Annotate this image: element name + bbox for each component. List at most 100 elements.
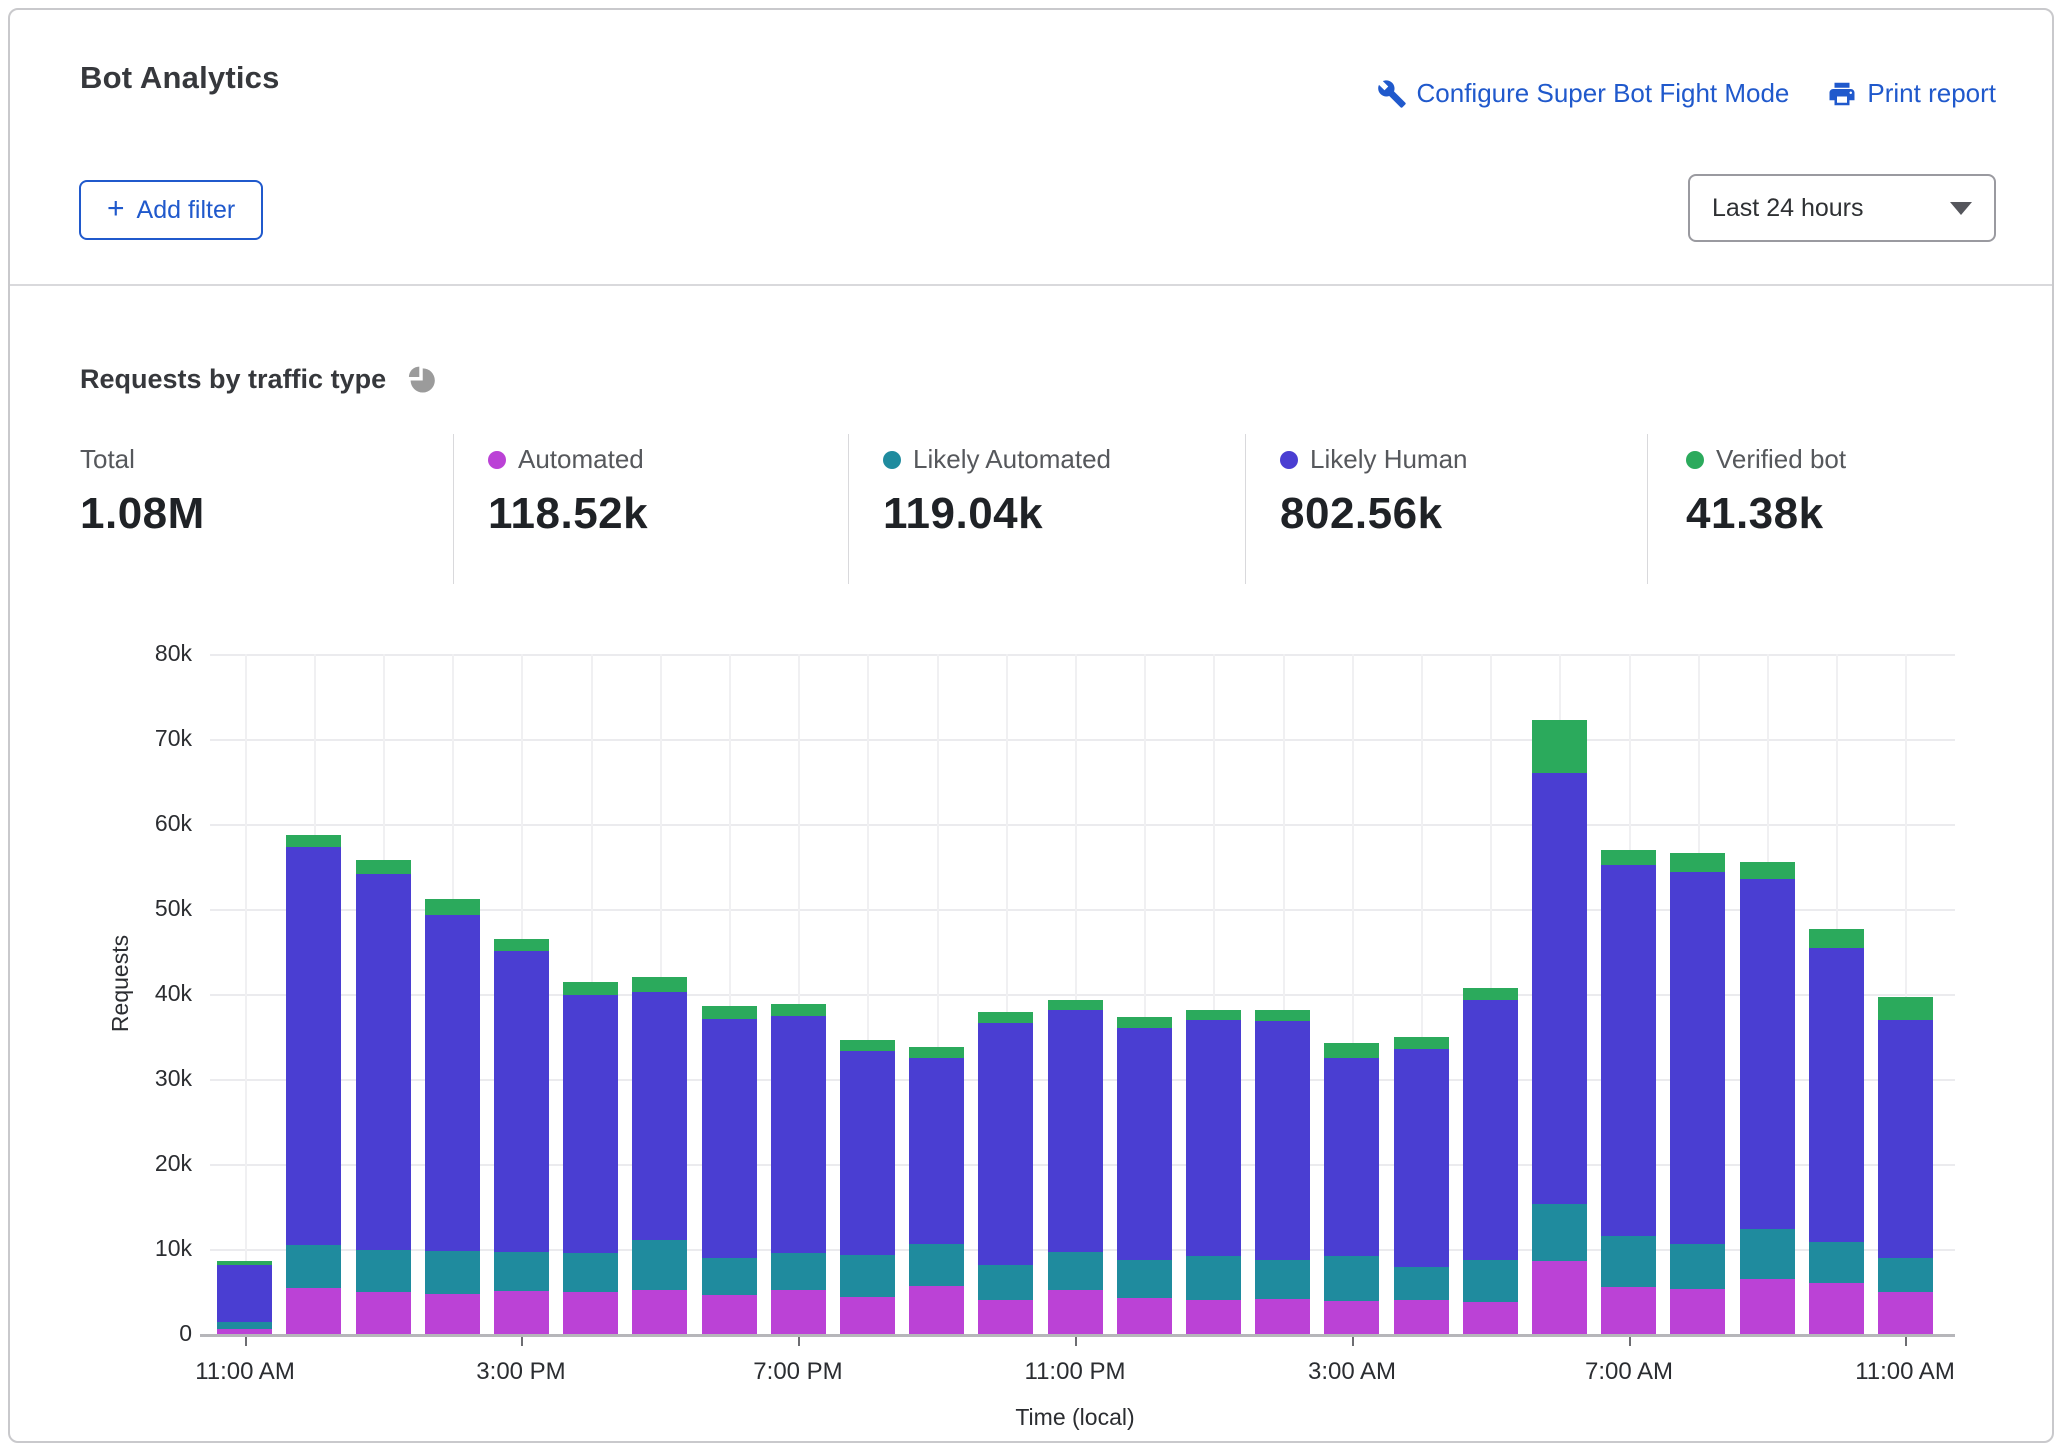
segment-verified_bot — [286, 835, 341, 847]
analytics-card: Bot Analytics Configure Super Bot Fight … — [8, 8, 2054, 1443]
segment-likely_automated — [1463, 1259, 1518, 1302]
y-tick-label: 80k — [154, 640, 192, 666]
segment-likely_human — [1601, 865, 1656, 1236]
segment-verified_bot — [1117, 1017, 1172, 1029]
segment-likely_human — [1809, 947, 1864, 1242]
segment-automated — [425, 1294, 480, 1335]
bar — [563, 982, 618, 1334]
segment-verified_bot — [1740, 862, 1795, 879]
bar — [1186, 1010, 1241, 1334]
segment-automated — [563, 1292, 618, 1334]
x-tick-mark — [1905, 1337, 1907, 1346]
bar — [1463, 988, 1518, 1334]
bar — [702, 1006, 757, 1334]
segment-likely_automated — [1324, 1256, 1379, 1301]
y-tick-label: 60k — [154, 810, 192, 836]
y-tick-label: 50k — [154, 895, 192, 921]
bar — [1532, 720, 1587, 1334]
y-tick-label: 10k — [154, 1235, 192, 1261]
segment-verified_bot — [1463, 988, 1518, 1000]
x-tick-mark — [1629, 1337, 1631, 1346]
bar — [1324, 1043, 1379, 1334]
x-tick-mark — [1352, 1337, 1354, 1346]
segment-verified_bot — [771, 1004, 826, 1016]
bar — [632, 977, 687, 1334]
segment-automated — [1186, 1299, 1241, 1334]
bar — [840, 1040, 895, 1334]
segment-verified_bot — [356, 860, 411, 875]
segment-verified_bot — [563, 982, 618, 995]
segment-verified_bot — [909, 1047, 964, 1059]
segment-likely_automated — [1670, 1243, 1725, 1289]
segment-verified_bot — [1670, 853, 1725, 872]
gridline — [245, 654, 247, 1334]
gridline — [210, 739, 1955, 741]
segment-automated — [1048, 1289, 1103, 1334]
x-tick-mark — [1075, 1337, 1077, 1346]
segment-likely_automated — [1878, 1257, 1933, 1292]
segment-likely_automated — [1255, 1259, 1310, 1299]
segment-verified_bot — [840, 1040, 895, 1052]
x-tick-label: 7:00 PM — [753, 1358, 843, 1385]
bar — [909, 1047, 964, 1334]
y-tick-label: 40k — [154, 980, 192, 1006]
segment-likely_human — [563, 994, 618, 1254]
segment-automated — [1601, 1286, 1656, 1334]
segment-verified_bot — [632, 977, 687, 993]
segment-automated — [1740, 1279, 1795, 1334]
segment-likely_human — [840, 1051, 895, 1255]
segment-likely_automated — [1048, 1252, 1103, 1290]
segment-likely_automated — [1117, 1260, 1172, 1299]
segment-likely_human — [702, 1018, 757, 1259]
segment-automated — [978, 1300, 1033, 1334]
segment-likely_automated — [494, 1252, 549, 1291]
segment-automated — [286, 1288, 341, 1334]
segment-automated — [1670, 1288, 1725, 1335]
segment-verified_bot — [1394, 1037, 1449, 1049]
bar — [425, 899, 480, 1335]
bar — [1878, 997, 1933, 1334]
segment-automated — [702, 1294, 757, 1334]
segment-likely_human — [1117, 1028, 1172, 1261]
segment-likely_human — [356, 874, 411, 1250]
segment-verified_bot — [1255, 1010, 1310, 1022]
bar — [494, 939, 549, 1335]
segment-automated — [494, 1290, 549, 1335]
segment-likely_human — [1740, 879, 1795, 1230]
bar — [1255, 1010, 1310, 1334]
segment-automated — [632, 1289, 687, 1334]
bar — [978, 1012, 1033, 1334]
segment-automated — [1463, 1301, 1518, 1334]
segment-verified_bot — [1324, 1043, 1379, 1059]
segment-verified_bot — [978, 1012, 1033, 1024]
bar — [1601, 850, 1656, 1334]
x-tick-mark — [798, 1337, 800, 1346]
bar — [217, 1261, 272, 1335]
segment-likely_human — [1463, 999, 1518, 1260]
segment-likely_automated — [1186, 1255, 1241, 1300]
segment-likely_automated — [356, 1249, 411, 1293]
segment-likely_human — [494, 950, 549, 1253]
segment-likely_human — [909, 1058, 964, 1244]
segment-likely_human — [1048, 1010, 1103, 1253]
segment-automated — [1394, 1300, 1449, 1334]
segment-likely_human — [1878, 1019, 1933, 1258]
segment-likely_automated — [632, 1239, 687, 1290]
segment-likely_automated — [563, 1253, 618, 1293]
segment-likely_human — [632, 992, 687, 1240]
segment-likely_human — [425, 915, 480, 1251]
requests-chart: Requests Time (local) 0 10k 20k 30k 40k 50k 60… — [10, 10, 2052, 1441]
segment-automated — [1878, 1291, 1933, 1334]
segment-likely_automated — [1601, 1235, 1656, 1287]
segment-likely_automated — [1740, 1229, 1795, 1280]
segment-likely_automated — [840, 1255, 895, 1297]
x-tick-label: 7:00 AM — [1584, 1358, 1674, 1385]
bar — [1048, 1000, 1103, 1334]
x-axis-line — [200, 1334, 1955, 1337]
segment-verified_bot — [1048, 1000, 1103, 1011]
segment-likely_automated — [286, 1244, 341, 1289]
segment-automated — [1324, 1300, 1379, 1334]
segment-verified_bot — [1532, 720, 1587, 773]
segment-automated — [217, 1328, 272, 1335]
x-tick-label: 11:00 AM — [195, 1358, 295, 1385]
